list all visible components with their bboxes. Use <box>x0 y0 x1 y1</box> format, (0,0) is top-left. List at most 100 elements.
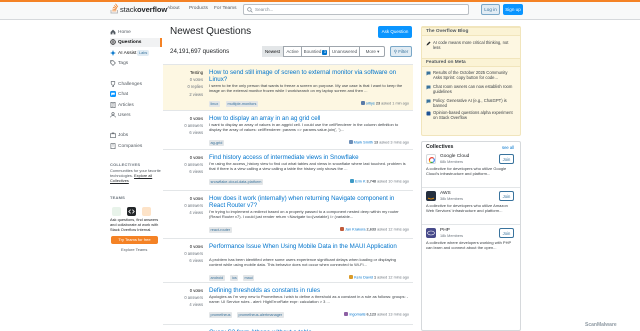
meta-item-link[interactable]: Policy: Generative AI (e.g., ChatGPT) is… <box>433 98 517 108</box>
question-tag[interactable]: react-router <box>209 227 232 233</box>
question-tag[interactable]: prometheus-alertmanager <box>237 312 284 318</box>
sidebar-item-label: AI Assist <box>118 50 137 56</box>
avatar[interactable] <box>340 227 344 231</box>
try-teams-button[interactable]: Try Teams for free <box>111 236 158 244</box>
user-link[interactable]: Erin K <box>355 180 365 184</box>
sidebar-item-label: Jobs <box>118 132 129 138</box>
avatar[interactable] <box>350 179 355 183</box>
meta-item-link[interactable]: Chat room owners can now establish room … <box>433 84 517 94</box>
chat-bubble-icon <box>426 71 431 76</box>
meta-item-link[interactable]: Opinion-based questions alpha experiment… <box>433 110 517 120</box>
page-title: Newest Questions <box>170 26 252 37</box>
sidebar-item-ai-assist[interactable]: AI Assist Labs <box>110 49 162 58</box>
nav-products[interactable]: Products <box>189 6 208 11</box>
question-title-link[interactable]: Performance Issue When Using Mobile Data… <box>209 243 409 250</box>
tab-bountied[interactable]: Bountied 3 <box>302 46 330 57</box>
asked-time[interactable]: asked 12 mins ago <box>377 228 409 232</box>
filter-button[interactable]: ⚲ Filter <box>390 46 412 57</box>
avatar[interactable] <box>349 275 354 279</box>
question-stats: Testing 0 votes 0 replies 2 views <box>163 69 203 98</box>
ask-question-button[interactable]: Ask Question <box>378 26 412 38</box>
explore-teams-link[interactable]: Explore Teams <box>121 247 147 252</box>
avatar[interactable] <box>348 140 353 144</box>
asked-time[interactable]: asked 10 mins ago <box>377 180 409 184</box>
logo-text[interactable]: stackoverflow <box>120 5 167 14</box>
asked-time[interactable]: asked 13 mins ago <box>377 313 409 317</box>
sidebar-item-label: Tags <box>118 60 129 66</box>
question-stat: 4 views <box>189 210 203 216</box>
join-collective-button[interactable]: Join <box>499 228 514 238</box>
avatar[interactable] <box>360 101 365 105</box>
collective-name-link[interactable]: PHP <box>440 228 450 233</box>
user-link[interactable]: Kero David <box>354 276 373 280</box>
google-cloud-logo-icon[interactable] <box>426 154 436 164</box>
question-title-link[interactable]: How to send still image of screen to ext… <box>209 69 409 84</box>
globe-icon <box>110 39 116 45</box>
search-input[interactable] <box>243 4 469 15</box>
user-link[interactable]: ortiys <box>366 102 375 106</box>
blog-item-link[interactable]: AI code means more critical thinking, no… <box>433 40 517 50</box>
join-collective-button[interactable]: Join <box>499 154 514 164</box>
signup-button[interactable]: Sign up <box>503 4 523 15</box>
question-tag[interactable]: ag-grid <box>209 140 224 146</box>
building-icon <box>110 143 116 149</box>
collective-name-link[interactable]: Google Cloud <box>440 154 469 159</box>
nav-about[interactable]: About <box>167 6 180 11</box>
sidebar-item-jobs[interactable]: Jobs <box>110 131 162 140</box>
asked-time[interactable]: asked 1 min ago <box>381 102 409 106</box>
question-tag[interactable]: android <box>209 275 225 281</box>
filter-icon: ⚲ <box>393 49 398 54</box>
asked-time[interactable]: asked 3 mins ago <box>379 141 409 145</box>
question-tag[interactable]: ios <box>230 275 239 281</box>
question-stats: 0 votes 0 answers 4 views <box>163 195 203 217</box>
stackoverflow-logo-icon[interactable] <box>110 3 119 14</box>
php-logo-icon[interactable] <box>426 228 436 238</box>
sidebar-item-chat[interactable]: Chat <box>110 90 162 99</box>
question-tag[interactable]: prometheus <box>209 312 233 318</box>
divider <box>422 224 520 225</box>
user-link[interactable]: ingomalis <box>349 313 365 317</box>
question-tag[interactable]: snowflake-cloud-data-platform <box>209 179 263 185</box>
collective-name-link[interactable]: AWS <box>440 191 451 196</box>
pencil-icon <box>426 41 431 46</box>
question-tag[interactable]: linux <box>209 101 220 107</box>
question-stat: Testing <box>190 70 203 75</box>
nav-for-teams[interactable]: For Teams <box>214 6 237 11</box>
question-stat: 4 views <box>189 302 203 308</box>
reputation-score: 6,123 <box>366 312 377 317</box>
divider <box>422 187 520 188</box>
chat-bubble-icon <box>426 85 431 90</box>
question-excerpt: I want to display an array of values in … <box>209 122 399 132</box>
question-tag[interactable]: maui <box>243 275 255 281</box>
question-stats: 0 votes 0 answers 6 views <box>163 115 203 137</box>
question-stat: 0 votes <box>189 155 203 160</box>
login-button[interactable]: Log in <box>481 4 500 15</box>
sidebar-item-challenges[interactable]: Challenges <box>110 80 162 89</box>
sidebar-item-articles[interactable]: Articles <box>110 101 162 110</box>
collective-members: 68k Members <box>440 160 464 164</box>
sidebar-item-companies[interactable]: Companies <box>110 142 162 151</box>
see-all-collectives-link[interactable]: see all <box>502 145 514 150</box>
join-collective-button[interactable]: Join <box>499 191 514 201</box>
user-link[interactable]: Mark Smith <box>354 141 373 145</box>
sidebar-item-questions[interactable]: Questions <box>110 38 162 47</box>
sparkle-icon <box>110 50 116 56</box>
sidebar-item-users[interactable]: Users <box>110 111 162 120</box>
tab-active[interactable]: Active <box>284 46 302 57</box>
chat-bubble-icon <box>426 99 431 104</box>
bounty-count-badge: 3 <box>322 50 328 55</box>
question-title-link[interactable]: How does it work (internally) when retur… <box>209 195 409 210</box>
search-placeholder: Search... <box>255 7 274 12</box>
question-tag[interactable]: multiple-monitors <box>226 101 258 107</box>
tab-unanswered[interactable]: Unanswered <box>330 46 360 57</box>
avatar[interactable] <box>344 312 349 316</box>
aws-logo-icon[interactable] <box>426 191 436 201</box>
tab-more[interactable]: More ▾ <box>360 46 385 57</box>
asked-time[interactable]: asked 12 mins ago <box>377 276 409 280</box>
meta-item-link[interactable]: Results of the October 2025 Community As… <box>433 70 517 80</box>
collective-description: A collective where developers working wi… <box>426 240 512 250</box>
user-link[interactable]: Jan Krakora <box>345 228 365 232</box>
sidebar-item-home[interactable]: Home <box>110 28 162 37</box>
tab-newest[interactable]: Newest <box>262 46 284 57</box>
sidebar-item-tags[interactable]: Tags <box>110 59 162 68</box>
